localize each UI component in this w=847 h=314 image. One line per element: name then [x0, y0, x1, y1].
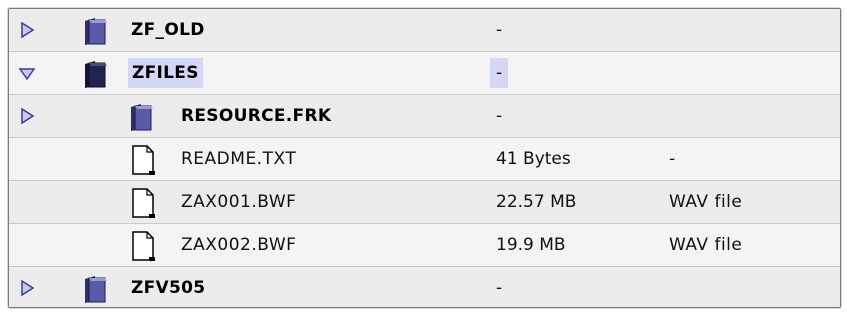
- document-icon: [132, 188, 155, 218]
- disclosure-triangle-collapsed-icon[interactable]: [18, 279, 36, 297]
- row-size: 41 Bytes: [496, 149, 571, 169]
- row-size: -: [496, 278, 503, 298]
- row-size: -: [490, 58, 509, 88]
- row-name[interactable]: RESOURCE.FRK: [181, 95, 331, 137]
- row-name[interactable]: ZAX001.BWF: [181, 181, 296, 223]
- folder-open-icon: [85, 61, 107, 88]
- row-kind: -: [669, 149, 676, 169]
- disclosure-triangle-collapsed-icon[interactable]: [18, 107, 36, 125]
- row-size: 22.57 MB: [496, 192, 577, 212]
- row-name[interactable]: README.TXT: [181, 138, 296, 180]
- file-list-view: ZF_OLD - ZFILES - RESOURCE.FRK - README.…: [8, 8, 841, 308]
- row-name[interactable]: ZAX002.BWF: [181, 224, 296, 266]
- row-size: -: [496, 20, 503, 40]
- row-name[interactable]: ZFILES: [128, 58, 203, 88]
- list-row[interactable]: README.TXT 41 Bytes -: [9, 138, 840, 181]
- row-size: 19.9 MB: [496, 235, 566, 255]
- list-row[interactable]: ZAX002.BWF 19.9 MB WAV file: [9, 224, 840, 267]
- document-icon: [132, 145, 155, 175]
- row-kind: WAV file: [669, 235, 743, 255]
- list-row[interactable]: ZFILES -: [9, 52, 840, 95]
- list-row[interactable]: RESOURCE.FRK -: [9, 95, 840, 138]
- row-name[interactable]: ZFV505: [131, 267, 205, 307]
- list-row[interactable]: ZAX001.BWF 22.57 MB WAV file: [9, 181, 840, 224]
- list-row[interactable]: ZFV505 -: [9, 267, 840, 307]
- disclosure-triangle-collapsed-icon[interactable]: [18, 21, 36, 39]
- folder-icon: [85, 276, 107, 303]
- document-icon: [132, 231, 155, 261]
- row-name[interactable]: ZF_OLD: [131, 9, 205, 51]
- folder-icon: [131, 104, 153, 131]
- disclosure-triangle-expanded-icon[interactable]: [18, 64, 36, 82]
- list-row[interactable]: ZF_OLD -: [9, 9, 840, 52]
- row-size: -: [496, 106, 503, 126]
- folder-icon: [85, 18, 107, 45]
- row-kind: WAV file: [669, 192, 743, 212]
